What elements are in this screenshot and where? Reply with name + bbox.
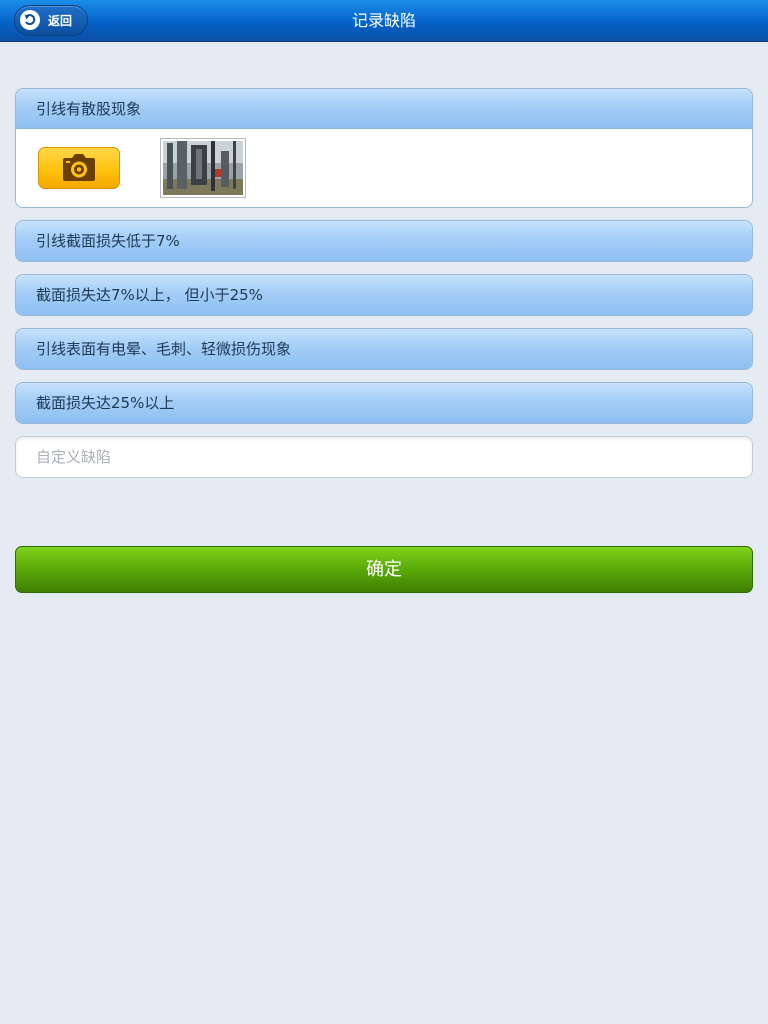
defect-item-header[interactable]: 引线有散股现象 bbox=[16, 89, 752, 129]
page-title: 记录缺陷 bbox=[351, 11, 416, 30]
camera-icon bbox=[63, 154, 95, 181]
defect-item-header[interactable]: 截面损失达25%以上 bbox=[16, 383, 752, 423]
confirm-button[interactable]: 确定 bbox=[15, 546, 753, 593]
photo-thumbnail[interactable] bbox=[160, 138, 246, 198]
defect-item-3: 截面损失达7%以上， 但小于25% bbox=[15, 274, 753, 316]
defect-item-header[interactable]: 引线截面损失低于7% bbox=[16, 221, 752, 261]
back-arrow-icon bbox=[20, 10, 40, 30]
defect-item-header[interactable]: 截面损失达7%以上， 但小于25% bbox=[16, 275, 752, 315]
back-button[interactable]: 返回 bbox=[14, 5, 88, 36]
camera-button[interactable] bbox=[38, 147, 120, 189]
defect-photo-area bbox=[16, 129, 752, 207]
nav-bar: 返回 记录缺陷 bbox=[0, 0, 768, 42]
custom-defect-input[interactable] bbox=[15, 436, 753, 478]
defect-item-header[interactable]: 引线表面有电晕、毛刺、轻微损伤现象 bbox=[16, 329, 752, 369]
back-label: 返回 bbox=[48, 14, 73, 28]
defect-item-4: 引线表面有电晕、毛刺、轻微损伤现象 bbox=[15, 328, 753, 370]
defect-item-1: 引线有散股现象 bbox=[15, 88, 753, 208]
defect-item-2: 引线截面损失低于7% bbox=[15, 220, 753, 262]
defect-item-5: 截面损失达25%以上 bbox=[15, 382, 753, 424]
photo-thumbnail-image bbox=[163, 141, 243, 195]
